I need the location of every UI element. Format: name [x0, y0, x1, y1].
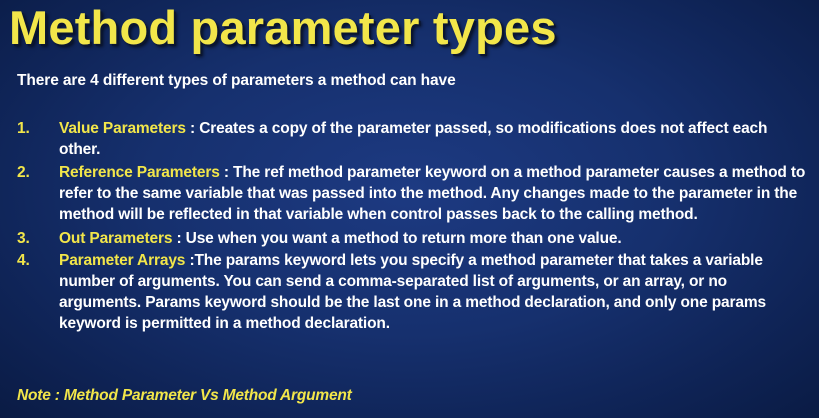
list-item-term: Parameter Arrays [59, 252, 186, 269]
list-item-separator: : [219, 164, 234, 181]
list-item-separator: : [172, 230, 186, 247]
parameter-types-list: 1. Value Parameters : Creates a copy of … [17, 118, 807, 334]
slide: Method parameter types There are 4 diffe… [0, 0, 819, 418]
list-item-value-parameters: 1. Value Parameters : Creates a copy of … [17, 118, 807, 160]
list-item-description: Use when you want a method to return mor… [185, 230, 622, 247]
list-item-term: Out Parameters [59, 230, 173, 247]
slide-title: Method parameter types [9, 1, 557, 54]
list-item-separator: : [185, 120, 200, 137]
list-item-reference-parameters: 2. Reference Parameters : The ref method… [17, 162, 807, 225]
list-item-number: 2. [17, 164, 30, 181]
list-item-number: 1. [17, 120, 30, 137]
list-item-out-parameters: 3. Out Parameters : Use when you want a … [17, 228, 807, 249]
intro-text: There are 4 different types of parameter… [17, 72, 456, 89]
list-item-parameter-arrays: 4. Parameter Arrays :The params keyword … [17, 250, 807, 334]
list-item-number: 3. [17, 230, 30, 247]
list-item-term: Reference Parameters [59, 164, 220, 181]
note-text: Note : Method Parameter Vs Method Argume… [17, 387, 352, 404]
list-item-term: Value Parameters [59, 120, 186, 137]
list-item-number: 4. [17, 252, 30, 269]
